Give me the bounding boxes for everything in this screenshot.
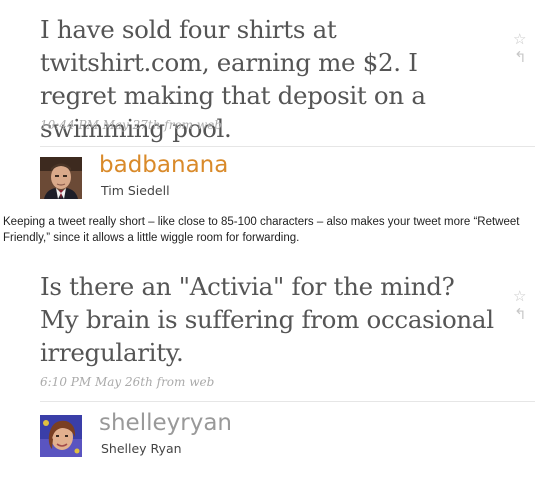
tweet-meta: 6:10 PM May 26th from web [40,375,214,389]
tweet-timestamp[interactable]: 10:44 PM May 27th [40,118,160,132]
reply-arrow-icon[interactable]: ↰ [514,50,527,65]
divider [40,401,535,402]
full-name: Shelley Ryan [101,441,182,456]
avatar[interactable] [40,415,82,457]
tweet-timestamp[interactable]: 6:10 PM May 26th [40,375,153,389]
screen-name-link[interactable]: shelleyryan [99,412,232,435]
tweet-text: Is there an "Activia" for the mind? My b… [40,272,494,367]
full-name: Tim Siedell [101,183,170,198]
tweet-1: I have sold four shirts at twitshirt.com… [0,0,543,208]
tweet-meta: 10:44 PM May 27th from web [40,118,222,132]
source-prefix: from [156,375,186,389]
star-outline-icon[interactable]: ☆ [513,32,526,47]
caption-text: Keeping a tweet really short – like clos… [3,216,520,244]
tweet-2: Is there an "Activia" for the mind? My b… [0,255,543,480]
screen-name-link[interactable]: badbanana [99,154,228,177]
divider [40,146,535,147]
tweet-source[interactable]: web [197,118,222,132]
reply-arrow-icon[interactable]: ↰ [514,307,527,322]
avatar[interactable] [40,157,82,199]
source-prefix: from [164,118,194,132]
tweet-source[interactable]: web [189,375,214,389]
star-outline-icon[interactable]: ☆ [513,289,526,304]
